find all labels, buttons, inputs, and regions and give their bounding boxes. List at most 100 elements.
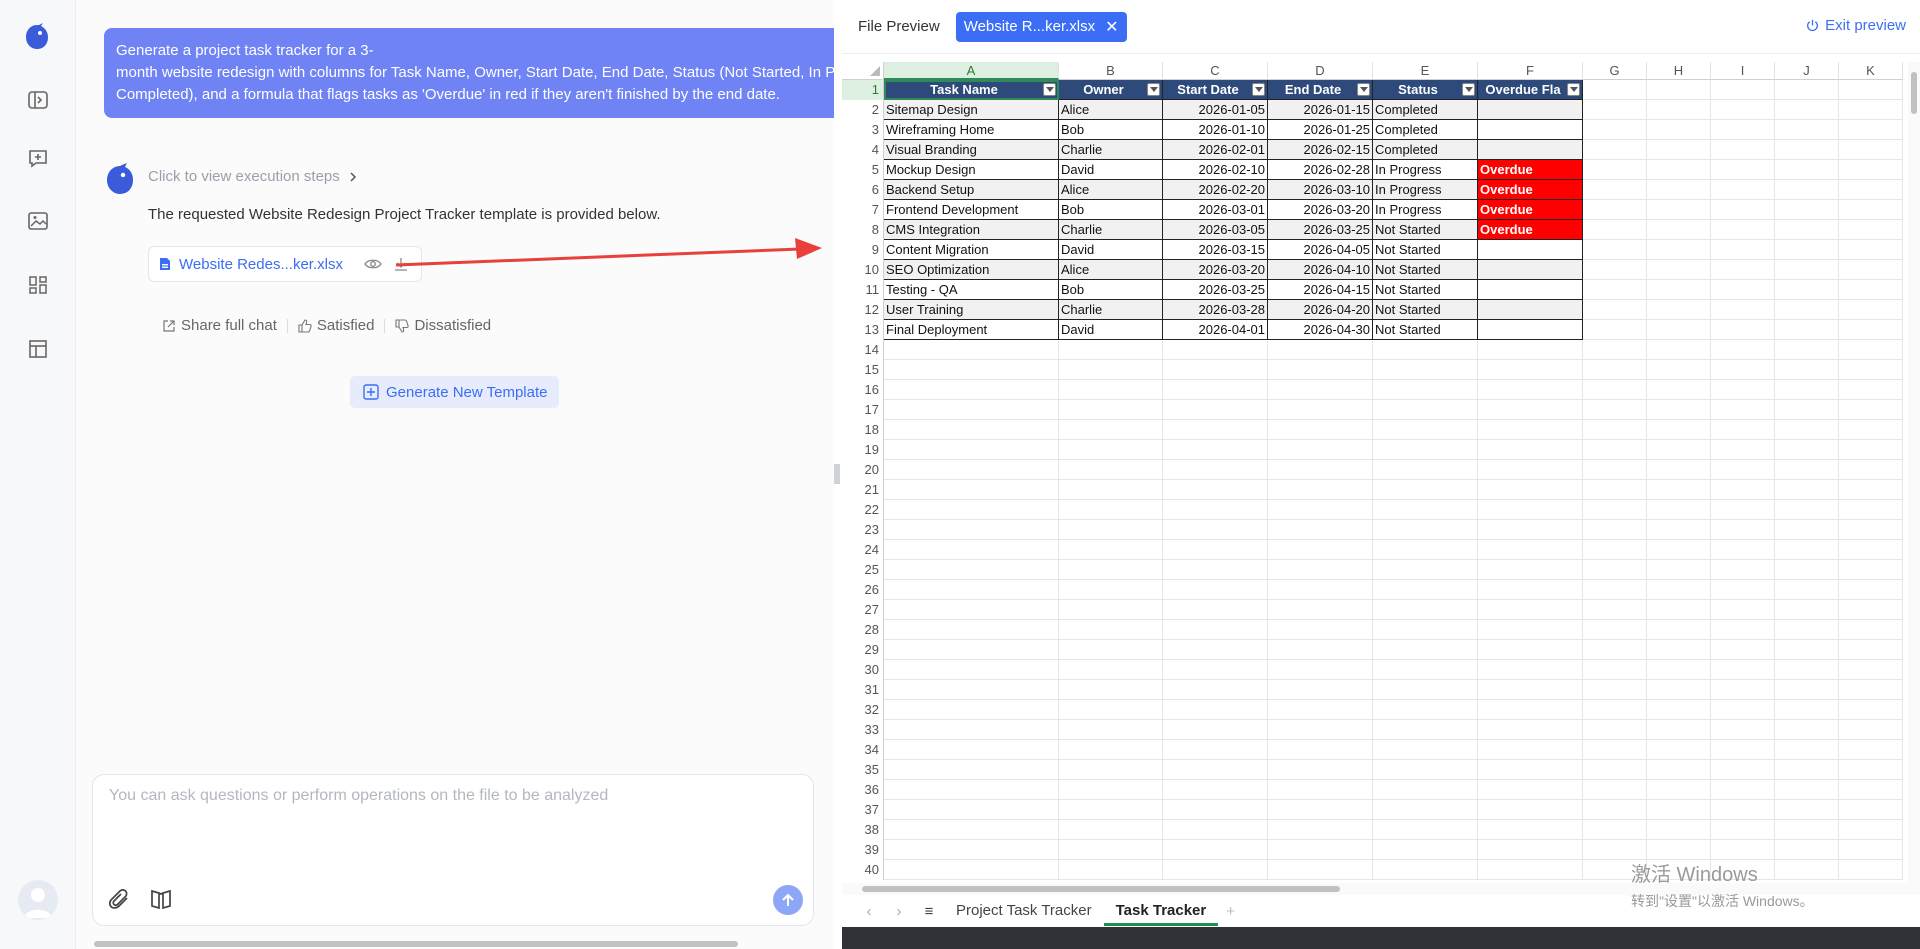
- empty-cell[interactable]: [1775, 540, 1839, 560]
- empty-cell[interactable]: [1059, 800, 1163, 820]
- row-number[interactable]: 39: [842, 840, 884, 860]
- empty-cell[interactable]: [884, 860, 1059, 880]
- row-number[interactable]: 31: [842, 680, 884, 700]
- empty-cell[interactable]: [1373, 480, 1478, 500]
- paperclip-icon[interactable]: [107, 887, 131, 911]
- empty-cell[interactable]: [1711, 120, 1775, 140]
- empty-cell[interactable]: [1775, 760, 1839, 780]
- table-cell[interactable]: 2026-01-05: [1163, 100, 1268, 120]
- empty-cell[interactable]: [1583, 280, 1647, 300]
- table-cell[interactable]: 2026-02-15: [1268, 140, 1373, 160]
- empty-cell[interactable]: [1711, 560, 1775, 580]
- empty-cell[interactable]: [1647, 320, 1711, 340]
- empty-cell[interactable]: [1059, 720, 1163, 740]
- empty-cell[interactable]: [1163, 660, 1268, 680]
- empty-cell[interactable]: [1839, 420, 1903, 440]
- empty-cell[interactable]: [1839, 440, 1903, 460]
- empty-cell[interactable]: [1163, 380, 1268, 400]
- sidebar-toggle-icon[interactable]: [26, 88, 50, 112]
- empty-cell[interactable]: [884, 360, 1059, 380]
- table-cell[interactable]: Completed: [1373, 100, 1478, 120]
- column-header-j[interactable]: J: [1775, 62, 1839, 80]
- empty-cell[interactable]: [1839, 680, 1903, 700]
- empty-cell[interactable]: [1478, 860, 1583, 880]
- empty-cell[interactable]: [1647, 360, 1711, 380]
- empty-cell[interactable]: [1059, 840, 1163, 860]
- empty-cell[interactable]: [1268, 540, 1373, 560]
- column-header-c[interactable]: C: [1163, 62, 1268, 80]
- empty-cell[interactable]: [1059, 360, 1163, 380]
- empty-cell[interactable]: [1839, 240, 1903, 260]
- table-cell[interactable]: 2026-04-01: [1163, 320, 1268, 340]
- empty-cell[interactable]: [1647, 440, 1711, 460]
- empty-cell[interactable]: [1478, 340, 1583, 360]
- empty-cell[interactable]: [1268, 420, 1373, 440]
- empty-cell[interactable]: [1059, 400, 1163, 420]
- empty-cell[interactable]: [1775, 460, 1839, 480]
- overdue-flag-cell[interactable]: Overdue: [1478, 180, 1583, 200]
- empty-cell[interactable]: [1373, 700, 1478, 720]
- row-number[interactable]: 24: [842, 540, 884, 560]
- table-cell[interactable]: Bob: [1059, 120, 1163, 140]
- empty-cell[interactable]: [1268, 380, 1373, 400]
- empty-cell[interactable]: [1059, 820, 1163, 840]
- empty-cell[interactable]: [1775, 420, 1839, 440]
- empty-cell[interactable]: [1647, 140, 1711, 160]
- empty-cell[interactable]: [1478, 680, 1583, 700]
- empty-cell[interactable]: [1839, 480, 1903, 500]
- table-cell[interactable]: 2026-01-25: [1268, 120, 1373, 140]
- dissatisfied-button[interactable]: Dissatisfied: [395, 317, 491, 334]
- empty-cell[interactable]: [1711, 580, 1775, 600]
- table-cell[interactable]: 2026-04-10: [1268, 260, 1373, 280]
- empty-cell[interactable]: [1373, 360, 1478, 380]
- empty-cell[interactable]: [1059, 700, 1163, 720]
- select-all-corner[interactable]: [842, 62, 884, 80]
- empty-cell[interactable]: [1775, 300, 1839, 320]
- empty-cell[interactable]: [1775, 620, 1839, 640]
- scrollbar-thumb[interactable]: [862, 886, 1340, 892]
- empty-cell[interactable]: [1268, 740, 1373, 760]
- row-number[interactable]: 34: [842, 740, 884, 760]
- empty-cell[interactable]: [1373, 620, 1478, 640]
- empty-cell[interactable]: [1839, 140, 1903, 160]
- empty-cell[interactable]: [1647, 660, 1711, 680]
- column-header-k[interactable]: K: [1839, 62, 1903, 80]
- empty-cell[interactable]: [1647, 720, 1711, 740]
- empty-cell[interactable]: [1711, 360, 1775, 380]
- empty-cell[interactable]: [1647, 260, 1711, 280]
- table-cell[interactable]: Mockup Design: [884, 160, 1059, 180]
- empty-cell[interactable]: [1711, 140, 1775, 160]
- empty-cell[interactable]: [1775, 680, 1839, 700]
- empty-cell[interactable]: [1647, 220, 1711, 240]
- overdue-flag-cell[interactable]: [1478, 300, 1583, 320]
- column-header-e[interactable]: E: [1373, 62, 1478, 80]
- empty-cell[interactable]: [1583, 640, 1647, 660]
- row-number[interactable]: 23: [842, 520, 884, 540]
- empty-cell[interactable]: [1775, 480, 1839, 500]
- empty-cell[interactable]: [1478, 640, 1583, 660]
- empty-cell[interactable]: [1711, 260, 1775, 280]
- empty-cell[interactable]: [1373, 420, 1478, 440]
- empty-cell[interactable]: [1711, 720, 1775, 740]
- empty-cell[interactable]: [1711, 160, 1775, 180]
- empty-cell[interactable]: [1839, 400, 1903, 420]
- empty-cell[interactable]: [1163, 840, 1268, 860]
- empty-cell[interactable]: [1583, 500, 1647, 520]
- empty-cell[interactable]: [1478, 720, 1583, 740]
- empty-cell[interactable]: [884, 540, 1059, 560]
- row-number[interactable]: 4: [842, 140, 884, 160]
- empty-cell[interactable]: [1647, 240, 1711, 260]
- chat-horizontal-scrollbar[interactable]: [80, 940, 826, 948]
- row-number[interactable]: 14: [842, 340, 884, 360]
- empty-cell[interactable]: [1268, 360, 1373, 380]
- empty-cell[interactable]: [1478, 540, 1583, 560]
- empty-cell[interactable]: [1583, 520, 1647, 540]
- empty-cell[interactable]: [1775, 360, 1839, 380]
- empty-cell[interactable]: [1647, 300, 1711, 320]
- empty-cell[interactable]: [1583, 380, 1647, 400]
- table-cell[interactable]: Charlie: [1059, 220, 1163, 240]
- empty-cell[interactable]: [1647, 400, 1711, 420]
- empty-cell[interactable]: [1839, 300, 1903, 320]
- header-cell[interactable]: Status: [1373, 80, 1478, 100]
- empty-cell[interactable]: [1839, 840, 1903, 860]
